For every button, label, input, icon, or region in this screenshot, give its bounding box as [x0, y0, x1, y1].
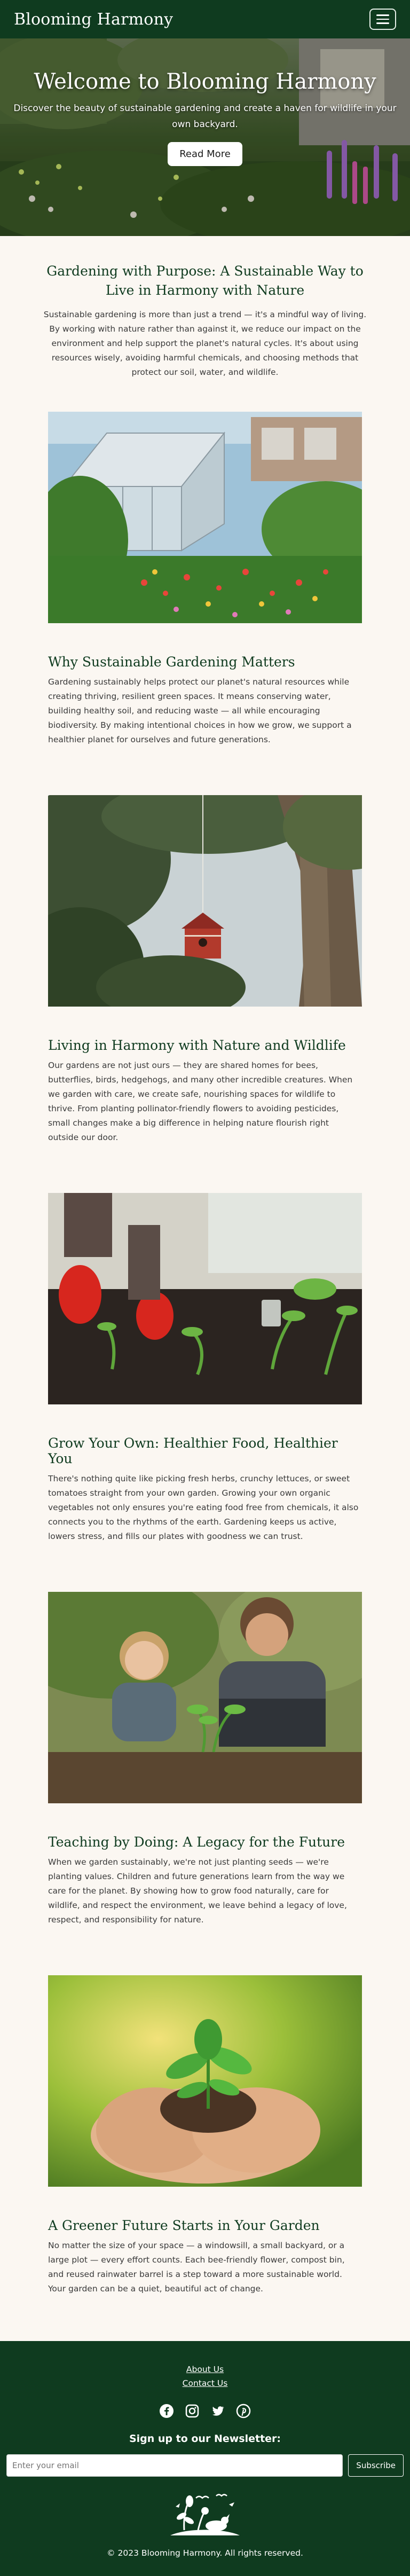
section-body: Our gardens are not just ours — they are… — [48, 1061, 353, 1142]
hands-holding-sprout-image — [48, 1975, 362, 2187]
read-more-button[interactable]: Read More — [168, 142, 242, 166]
hero-banner: Welcome to Blooming Harmony Discover the… — [0, 38, 410, 236]
twitter-icon[interactable] — [210, 2403, 226, 2419]
section-title: Living in Harmony with Nature and Wildli… — [48, 1038, 346, 1053]
content-section: Grow Your Own: Healthier Food, Healthier… — [0, 1193, 410, 1544]
about-us-link[interactable]: About Us — [0, 2362, 410, 2376]
intro-title: Gardening with Purpose: A Sustainable Wa… — [46, 263, 364, 298]
content-section: Why Sustainable Gardening Matters Garden… — [0, 412, 410, 747]
content-section: A Greener Future Starts in Your Garden N… — [0, 1975, 410, 2296]
content-section: Living in Harmony with Nature and Wildli… — [0, 795, 410, 1145]
intro-section: Gardening with Purpose: A Sustainable Wa… — [0, 236, 410, 412]
greenhouse-garden-image — [48, 412, 362, 623]
planting-seedlings-image — [48, 1193, 362, 1404]
section-body: There's nothing quite like picking fresh… — [48, 1474, 359, 1541]
section-body: No matter the size of your space — a win… — [48, 2241, 345, 2294]
newsletter-title: Sign up to our Newsletter: — [129, 2433, 281, 2445]
blooming-harmony-logo — [170, 2494, 240, 2535]
hero-title: Welcome to Blooming Harmony — [34, 69, 376, 94]
birdhouse-in-tree-image — [48, 795, 362, 1007]
intro-body: Sustainable gardening is more than just … — [43, 310, 367, 377]
section-title: Why Sustainable Gardening Matters — [48, 654, 295, 670]
content-section: Teaching by Doing: A Legacy for the Futu… — [0, 1592, 410, 1927]
father-and-child-gardening-image — [48, 1592, 362, 1803]
pinterest-icon[interactable] — [235, 2403, 251, 2419]
top-navbar: Blooming Harmony — [0, 0, 410, 38]
hero-subtitle: Discover the beauty of sustainable garde… — [13, 103, 397, 130]
section-title: A Greener Future Starts in Your Garden — [48, 2218, 320, 2233]
social-links — [0, 2403, 410, 2419]
contact-us-link[interactable]: Contact Us — [0, 2376, 410, 2390]
newsletter-email-input[interactable] — [6, 2454, 343, 2477]
section-title: Grow Your Own: Healthier Food, Healthier… — [48, 1435, 338, 1466]
site-footer: About Us Contact Us Sign up to our Newsl… — [0, 2341, 410, 2576]
section-body: Gardening sustainably helps protect our … — [48, 677, 352, 744]
instagram-icon[interactable] — [184, 2403, 200, 2419]
subscribe-button[interactable]: Subscribe — [348, 2454, 404, 2477]
facebook-icon[interactable] — [159, 2403, 175, 2419]
newsletter-form: Subscribe — [0, 2454, 410, 2477]
section-title: Teaching by Doing: A Legacy for the Futu… — [48, 1834, 345, 1850]
brand-name[interactable]: Blooming Harmony — [14, 10, 173, 29]
copyright-text: © 2023 Blooming Harmony. All rights rese… — [107, 2548, 303, 2558]
section-body: When we garden sustainably, we're not ju… — [48, 1857, 347, 1925]
hamburger-menu-icon[interactable] — [369, 9, 396, 30]
